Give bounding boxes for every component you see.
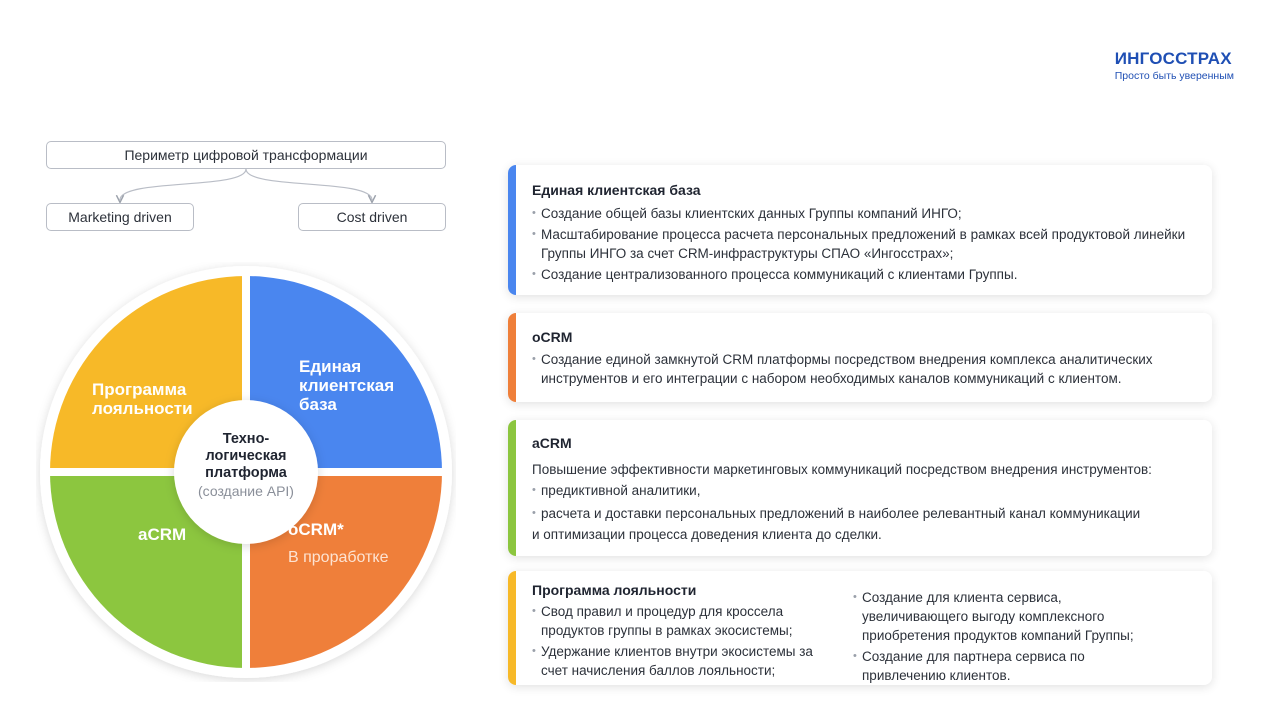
center-platform-label: Техно-логическая платформа [205, 431, 287, 481]
bullet-item: Масштабирование процесса расчета персона… [532, 225, 1188, 263]
card-title: Программа лояльности [532, 582, 697, 598]
card-accent-bar [508, 165, 516, 295]
card-acrm: aCRM Повышение эффективности маркетингов… [508, 420, 1212, 556]
bullet-item: Создание централизованного процесса комм… [532, 265, 1188, 284]
card-ocrm: oCRM Создание единой замкнутой CRM платф… [508, 313, 1212, 402]
card-bullets: Создание единой замкнутой CRM платформы … [532, 350, 1188, 388]
card-title: oCRM [532, 329, 573, 345]
connector-right [245, 168, 372, 200]
wheel-label-ocrm-status: В проработке [288, 549, 389, 566]
card-bullets: Создание общей базы клиентских данных Гр… [532, 204, 1188, 284]
bullet-item: Свод правил и процедур для кроссела прод… [532, 602, 822, 640]
card-accent-bar [508, 571, 516, 685]
bullet-item: Создание для партнера сервиса по привлеч… [853, 647, 1153, 685]
wheel-label-base: Единая клиентская база [299, 357, 395, 414]
card-bullets-right: Создание для клиента сервиса, увеличиваю… [853, 588, 1153, 685]
wheel-label-acrm: aCRM [138, 525, 187, 544]
bullet-item: Создание для клиента сервиса, увеличиваю… [853, 588, 1153, 645]
card-accent-bar [508, 313, 516, 402]
card-client-base: Единая клиентская база Создание общей ба… [508, 165, 1212, 295]
bullet-item: Удержание клиентов внутри экосистемы за … [532, 642, 822, 680]
cost-driven-box: Cost driven [298, 203, 446, 231]
card-accent-bar [508, 420, 516, 556]
card-bullets-left: Свод правил и процедур для кроссела прод… [532, 602, 822, 680]
card-title: Единая клиентская база [532, 182, 701, 198]
wheel-label-ocrm: oCRM* [288, 520, 344, 539]
card-intro: Повышение эффективности маркетинговых ко… [532, 462, 1152, 477]
connector-left [120, 168, 247, 200]
marketing-driven-box: Marketing driven [46, 203, 194, 231]
card-title: aCRM [532, 435, 572, 451]
center-platform-sublabel: (создание API) [198, 483, 294, 499]
card-bullets: Повышение эффективности маркетинговых ко… [532, 459, 1188, 545]
bullet-item: предиктивной аналитики, [532, 480, 1188, 501]
bullet-item: расчета и доставки персональных предложе… [532, 503, 1188, 524]
card-outro: и оптимизации процесса доведения клиента… [532, 527, 882, 542]
bullet-item: Создание общей базы клиентских данных Гр… [532, 204, 1188, 223]
card-loyalty: Программа лояльности Свод правил и проце… [508, 571, 1212, 685]
bullet-item: Создание единой замкнутой CRM платформы … [532, 350, 1188, 388]
wheel-label-loyalty: Программа лояльности [92, 380, 193, 418]
